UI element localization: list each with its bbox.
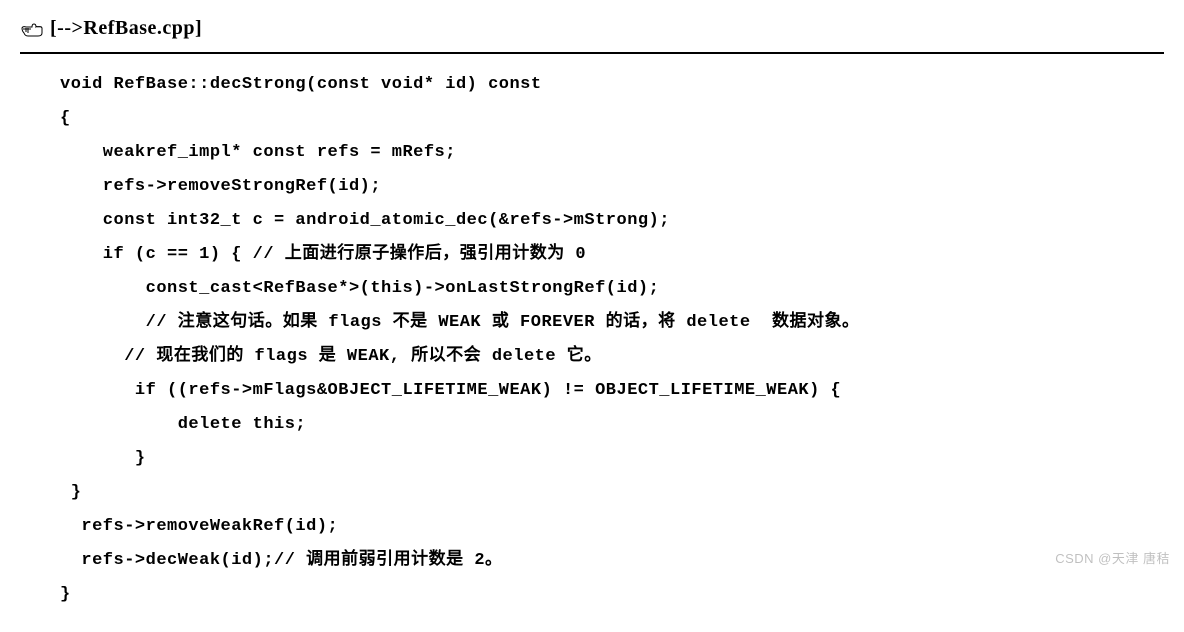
code-line: } [60,449,146,468]
code-line: refs->decWeak(id);// 调用前弱引用计数是 2。 [60,551,503,570]
code-line: } [60,585,71,604]
code-line: } [60,483,81,502]
code-line: delete this; [60,415,306,434]
watermark: CSDN @天津 唐秸 [1055,547,1170,570]
document-header: [-->RefBase.cpp] [20,10,1164,54]
code-line: void RefBase::decStrong(const void* id) … [60,75,542,94]
code-line: refs->removeWeakRef(id); [60,517,338,536]
code-line: // 现在我们的 flags 是 WEAK, 所以不会 delete 它。 [60,347,602,366]
code-line: { [60,109,71,128]
code-line: if ((refs->mFlags&OBJECT_LIFETIME_WEAK) … [60,381,841,400]
code-line: weakref_impl* const refs = mRefs; [60,143,456,162]
pointing-hand-icon [20,18,44,38]
file-title: [-->RefBase.cpp] [50,10,202,46]
code-line: const_cast<RefBase*>(this)->onLastStrong… [60,279,659,298]
code-line: refs->removeStrongRef(id); [60,177,381,196]
code-line: const int32_t c = android_atomic_dec(&re… [60,211,670,230]
code-line: // 注意这句话。如果 flags 不是 WEAK 或 FOREVER 的话，将… [60,313,859,332]
code-block: void RefBase::decStrong(const void* id) … [20,68,1164,612]
code-line: if (c == 1) { // 上面进行原子操作后，强引用计数为 0 [60,245,586,264]
